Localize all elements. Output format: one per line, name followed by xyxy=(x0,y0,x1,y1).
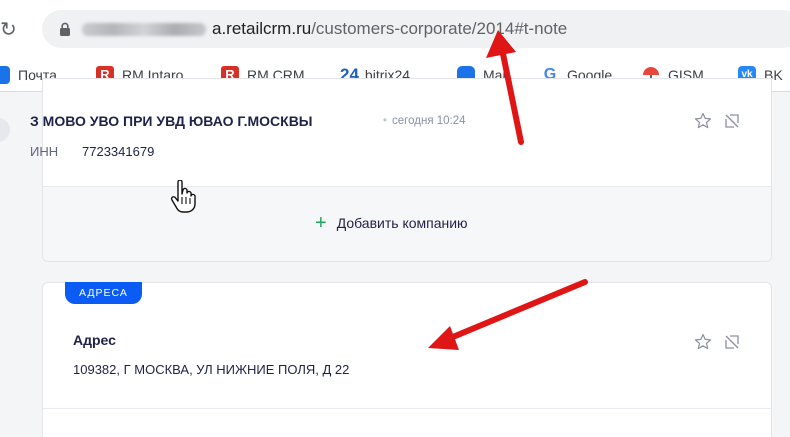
url-text: a.retailcrm.ru/customers-corporate/2014#… xyxy=(212,19,567,39)
blurred-subdomain xyxy=(82,23,206,36)
star-icon[interactable] xyxy=(694,333,712,351)
company-card: + Добавить компанию xyxy=(42,78,772,262)
reload-icon[interactable]: ↻ xyxy=(0,19,22,41)
browser-address-bar: ↻ a.retailcrm.ru/customers-corporate/201… xyxy=(0,0,790,58)
add-company-area: + Добавить компанию xyxy=(43,187,771,261)
address-title: Адрес xyxy=(73,332,116,348)
inn-label: ИНН xyxy=(30,144,59,159)
company-name[interactable]: З МОВО УВО ПРИ УВД ЮВАО Г.МОСКВЫ xyxy=(30,113,313,129)
section-tag-addresses: АДРЕСА xyxy=(65,282,142,304)
address-card: АДРЕСА Адрес 109382, Г МОСКВА, УЛ НИЖНИЕ… xyxy=(42,282,772,437)
address-value: 109382, Г МОСКВА, УЛ НИЖНИЕ ПОЛЯ, Д 22 xyxy=(73,362,350,377)
plus-icon: + xyxy=(315,212,327,234)
lock-icon xyxy=(60,22,70,36)
url-host: a.retailcrm.ru xyxy=(212,19,312,38)
scroll-edge-marker xyxy=(0,118,10,142)
url-omnibox[interactable]: a.retailcrm.ru/customers-corporate/2014#… xyxy=(42,10,790,48)
company-timestamp: сегодня 10:24 xyxy=(383,115,466,127)
star-icon[interactable] xyxy=(694,112,712,130)
add-company-label: Добавить компанию xyxy=(336,215,468,231)
add-company-button[interactable]: + Добавить компанию xyxy=(315,212,468,234)
hand-cursor-icon xyxy=(170,180,196,213)
url-path: /customers-corporate/2014#t-note xyxy=(311,19,568,38)
mail-icon xyxy=(0,66,10,84)
unlink-icon[interactable] xyxy=(723,112,741,130)
inn-value: 7723341679 xyxy=(82,144,155,159)
unlink-icon[interactable] xyxy=(723,333,741,351)
card-divider xyxy=(43,408,771,409)
